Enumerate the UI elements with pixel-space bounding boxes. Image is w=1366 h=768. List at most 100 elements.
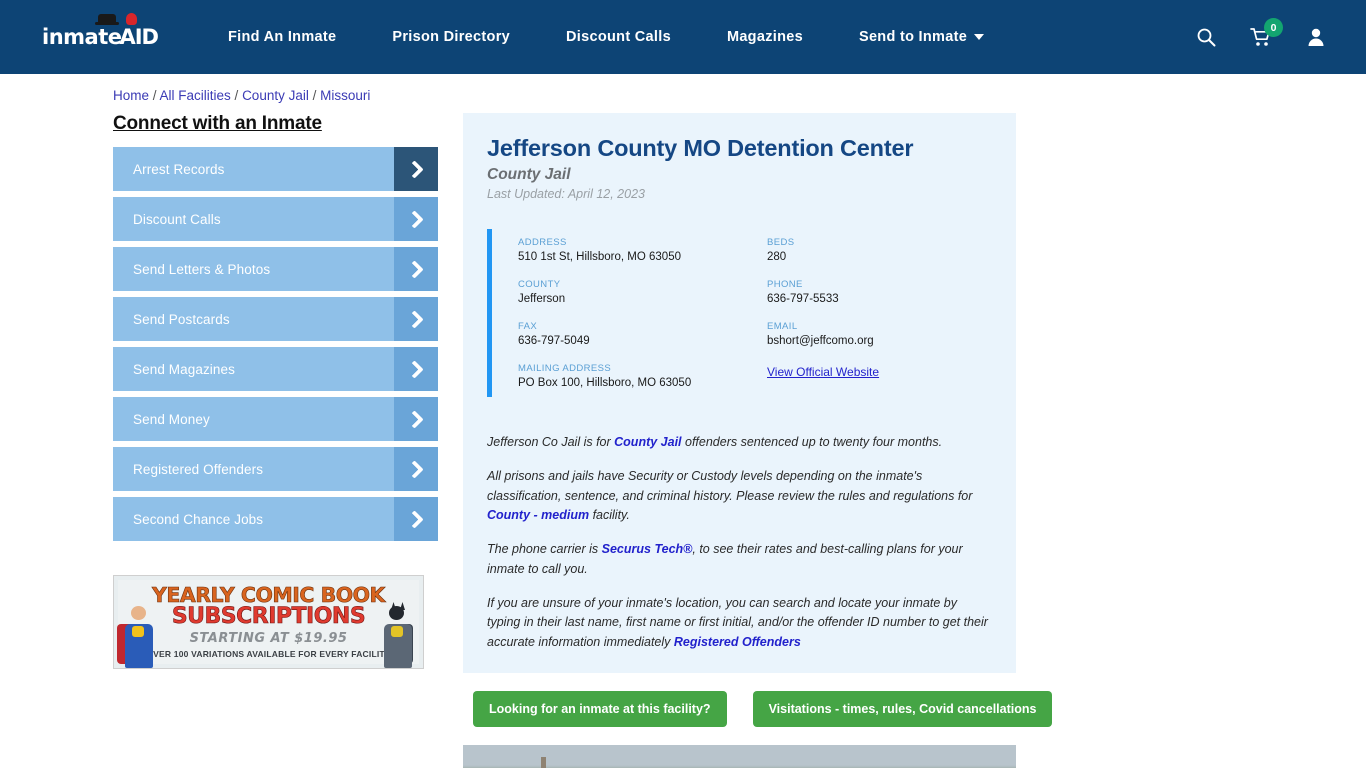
cart-icon[interactable]: 0 xyxy=(1250,18,1283,47)
logo-text-aid: AID xyxy=(119,25,158,49)
nav-item-discount-calls[interactable]: Discount Calls xyxy=(538,29,699,45)
breadcrumb-item-county-jail[interactable]: County Jail xyxy=(242,88,309,103)
looking-for-inmate-button[interactable]: Looking for an inmate at this facility? xyxy=(473,690,727,727)
facility-info-column-left: ADDRESS 510 1st St, Hillsboro, MO 63050 … xyxy=(518,237,743,389)
cta-button-row: Looking for an inmate at this facility? … xyxy=(463,690,1053,727)
chevron-right-icon xyxy=(394,247,438,291)
chevron-right-icon xyxy=(394,197,438,241)
ad-line-3: STARTING AT $19.95 xyxy=(189,631,348,647)
description-paragraph-3: The phone carrier is Securus Tech®, to s… xyxy=(487,540,992,580)
description-paragraph-4: If you are unsure of your inmate's locat… xyxy=(487,594,992,653)
last-updated-text: Last Updated: April 12, 2023 xyxy=(487,187,645,202)
breadcrumb: Home / All Facilities / County Jail / Mi… xyxy=(0,74,1366,103)
description-paragraph-1: Jefferson Co Jail is for County Jail off… xyxy=(487,433,992,453)
nav-label: Send to Inmate xyxy=(858,29,968,45)
desc-text: facility. xyxy=(589,508,630,523)
ad-line-2: SUBSCRIPTIONS xyxy=(171,604,366,630)
desc-text: All prisons and jails have Security or C… xyxy=(487,468,973,503)
sidebar-item-label: Send Letters & Photos xyxy=(133,261,271,277)
header-icon-group: 0 xyxy=(1172,18,1336,47)
info-label: EMAIL xyxy=(767,321,798,333)
sidebar-item-label: Send Magazines xyxy=(133,361,235,377)
main-navigation: Find An Inmate Prison Directory Discount… xyxy=(200,0,1172,74)
sidebar-item-send-letters-photos[interactable]: Send Letters & Photos xyxy=(113,247,438,291)
breadcrumb-item-missouri[interactable]: Missouri xyxy=(320,88,370,103)
cart-count-badge: 0 xyxy=(1264,18,1283,37)
sidebar: Connect with an Inmate Arrest Records Di… xyxy=(113,113,438,768)
info-value: 280 xyxy=(767,251,787,264)
logo-hat-icon xyxy=(95,14,119,25)
facility-info-block: ADDRESS 510 1st St, Hillsboro, MO 63050 … xyxy=(487,229,992,398)
chevron-down-icon xyxy=(974,34,985,40)
sidebar-item-label: Discount Calls xyxy=(133,211,221,227)
sidebar-item-label: Arrest Records xyxy=(133,161,225,177)
link-securus-tech[interactable]: Securus Tech® xyxy=(602,542,693,556)
link-county-medium[interactable]: County - medium xyxy=(487,508,589,522)
facility-card: Jefferson County MO Detention Center Cou… xyxy=(463,113,1016,673)
nav-item-send-to-inmate[interactable]: Send to Inmate xyxy=(831,29,1012,45)
chevron-right-icon xyxy=(394,447,438,491)
logo-link[interactable]: inmate AID xyxy=(0,0,200,74)
nav-label: Prison Directory xyxy=(392,29,511,45)
user-account-icon[interactable] xyxy=(1306,27,1326,47)
sidebar-item-label: Send Postcards xyxy=(133,311,230,327)
nav-label: Find An Inmate xyxy=(228,29,337,45)
breadcrumb-item-all-facilities[interactable]: All Facilities xyxy=(160,88,231,103)
breadcrumb-separator: / xyxy=(149,88,160,103)
facility-description: Jefferson Co Jail is for County Jail off… xyxy=(487,433,992,653)
utility-pole-decoration xyxy=(541,756,546,768)
view-official-website-link[interactable]: View Official Website xyxy=(767,365,879,379)
sidebar-item-second-chance-jobs[interactable]: Second Chance Jobs xyxy=(113,497,438,541)
chevron-right-icon xyxy=(394,497,438,541)
facility-info-column-right: BEDS 280 PHONE 636-797-5533 EMAIL bshort… xyxy=(743,237,992,389)
page-body: Home / All Facilities / County Jail / Mi… xyxy=(0,74,1366,768)
nav-label: Magazines xyxy=(726,29,803,45)
info-value: PO Box 100, Hillsboro, MO 63050 xyxy=(518,377,692,390)
page-title: Jefferson County MO Detention Center xyxy=(487,135,914,161)
sidebar-item-send-postcards[interactable]: Send Postcards xyxy=(113,297,438,341)
nav-item-magazines[interactable]: Magazines xyxy=(699,29,831,45)
info-label: FAX xyxy=(518,321,538,333)
info-value: 636-797-5533 xyxy=(767,293,839,306)
facility-photo xyxy=(463,744,1016,768)
search-icon[interactable] xyxy=(1196,27,1216,47)
comic-book-ad-banner[interactable]: YEARLY COMIC BOOK SUBSCRIPTIONS STARTING… xyxy=(113,575,424,669)
info-item-fax: FAX 636-797-5049 xyxy=(518,321,743,347)
ad-line-1: YEARLY COMIC BOOK xyxy=(152,582,386,607)
info-item-email: EMAIL bshort@jeffcomo.org xyxy=(767,321,992,347)
breadcrumb-separator: / xyxy=(308,88,321,103)
sidebar-item-send-money[interactable]: Send Money xyxy=(113,397,438,441)
sidebar-item-label: Send Money xyxy=(133,411,210,427)
facility-type: County Jail xyxy=(487,166,571,184)
info-label: ADDRESS xyxy=(518,237,567,249)
info-item-phone: PHONE 636-797-5533 xyxy=(767,279,992,305)
info-value: 510 1st St, Hillsboro, MO 63050 xyxy=(518,251,681,264)
chevron-right-icon xyxy=(394,297,438,341)
superman-figure-icon xyxy=(116,600,162,668)
visitations-button[interactable]: Visitations - times, rules, Covid cancel… xyxy=(752,690,1053,727)
info-item-county: COUNTY Jefferson xyxy=(518,279,743,305)
info-label: PHONE xyxy=(767,279,803,291)
breadcrumb-item-home[interactable]: Home xyxy=(113,88,149,103)
info-value: bshort@jeffcomo.org xyxy=(767,335,874,348)
ad-content: YEARLY COMIC BOOK SUBSCRIPTIONS STARTING… xyxy=(118,580,419,664)
site-header: inmate AID Find An Inmate Prison Directo… xyxy=(0,0,1366,74)
sidebar-item-discount-calls[interactable]: Discount Calls xyxy=(113,197,438,241)
description-paragraph-2: All prisons and jails have Security or C… xyxy=(487,467,992,526)
desc-text: The phone carrier is xyxy=(487,542,602,557)
info-value: 636-797-5049 xyxy=(518,335,590,348)
info-label: COUNTY xyxy=(518,279,561,291)
sidebar-item-registered-offenders[interactable]: Registered Offenders xyxy=(113,447,438,491)
content-columns: Connect with an Inmate Arrest Records Di… xyxy=(0,113,1366,768)
nav-item-find-an-inmate[interactable]: Find An Inmate xyxy=(200,29,364,45)
ad-line-4: OVER 100 VARIATIONS AVAILABLE FOR EVERY … xyxy=(146,649,391,660)
sidebar-item-arrest-records[interactable]: Arrest Records xyxy=(113,147,438,191)
nav-item-prison-directory[interactable]: Prison Directory xyxy=(364,29,538,45)
link-registered-offenders[interactable]: Registered Offenders xyxy=(674,635,801,649)
chevron-right-icon xyxy=(394,397,438,441)
info-item-website: View Official Website xyxy=(767,363,992,381)
sidebar-item-send-magazines[interactable]: Send Magazines xyxy=(113,347,438,391)
logo-text-inmate: inmate xyxy=(42,25,122,49)
inmateaid-logo: inmate AID xyxy=(42,13,159,57)
link-county-jail[interactable]: County Jail xyxy=(614,435,681,449)
